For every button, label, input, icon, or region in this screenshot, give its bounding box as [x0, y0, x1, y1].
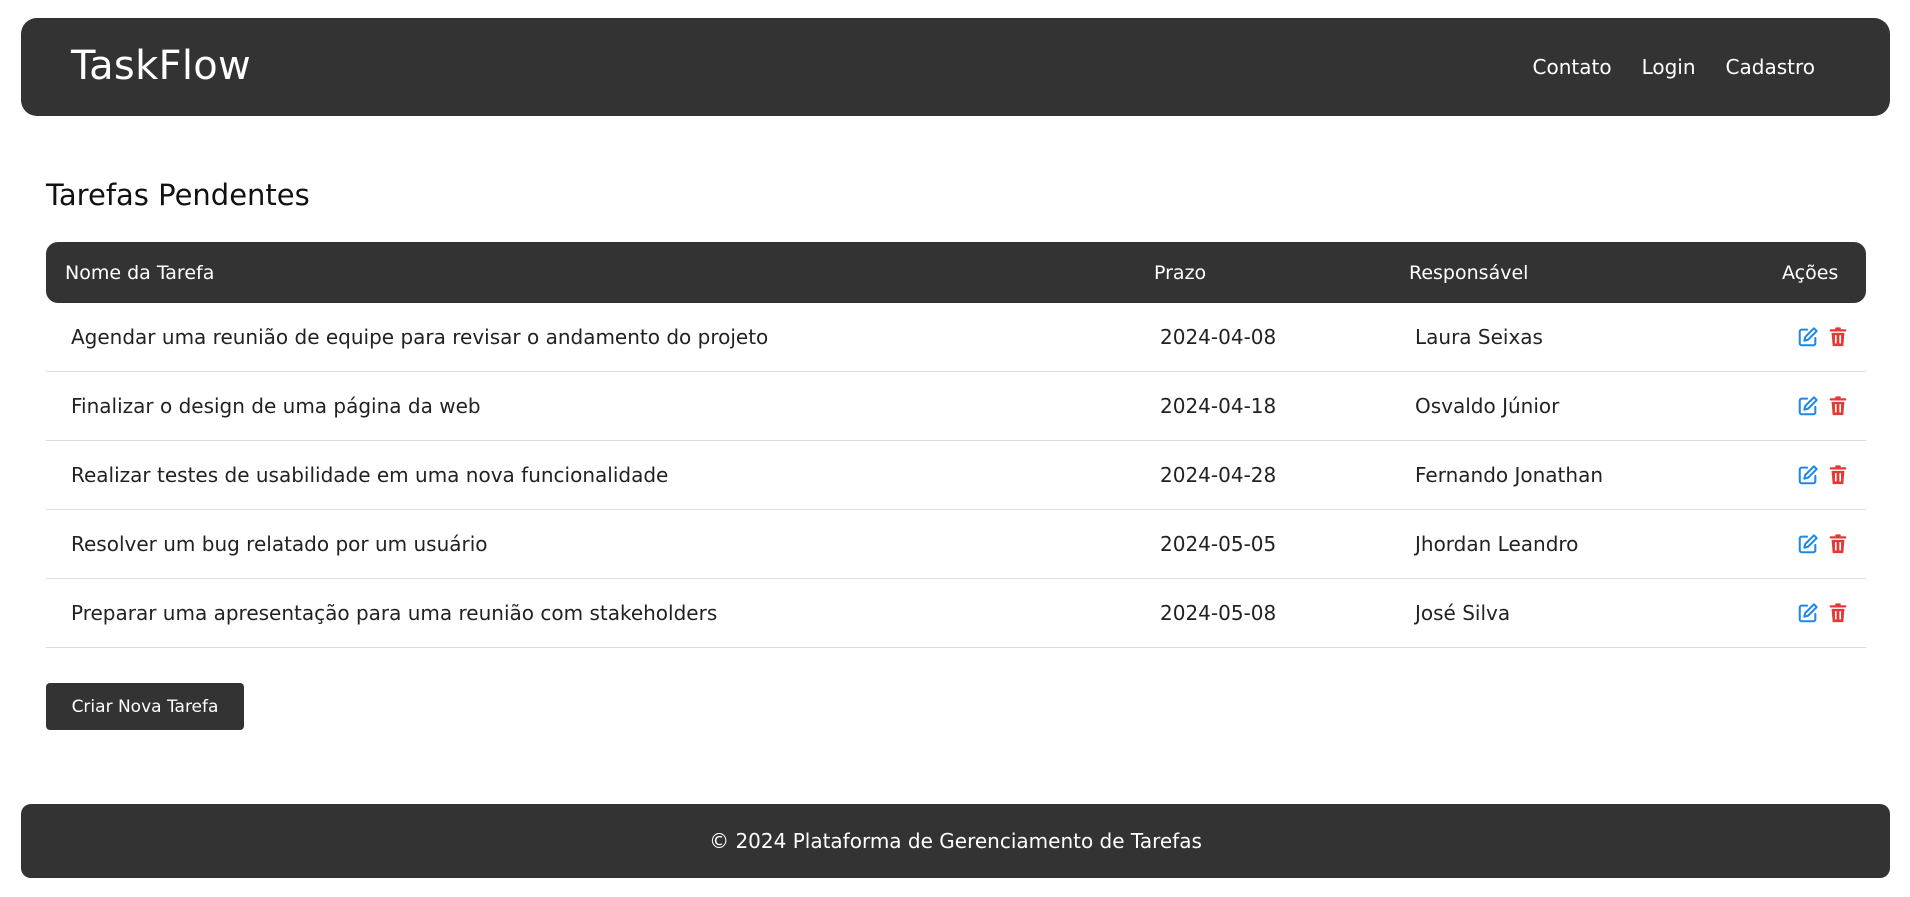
table-body: Agendar uma reunião de equipe para revis…	[46, 303, 1866, 648]
task-name-cell: Realizar testes de usabilidade em uma no…	[46, 440, 1135, 510]
task-actions-cell	[1763, 371, 1866, 441]
task-assignee-cell: Osvaldo Júnior	[1390, 371, 1763, 441]
column-header-task-name: Nome da Tarefa	[65, 261, 215, 284]
task-assignee-cell: José Silva	[1390, 578, 1763, 648]
row-actions	[1788, 326, 1866, 348]
task-name-cell: Resolver um bug relatado por um usuário	[46, 509, 1135, 579]
trash-icon[interactable]	[1827, 602, 1849, 624]
task-assignee-cell: Jhordan Leandro	[1390, 509, 1763, 579]
tasks-table: Nome da Tarefa Prazo Responsável Ações A…	[46, 242, 1866, 648]
row-actions	[1788, 533, 1866, 555]
task-actions-cell	[1763, 440, 1866, 510]
edit-icon[interactable]	[1797, 326, 1819, 348]
trash-icon[interactable]	[1827, 395, 1849, 417]
edit-icon[interactable]	[1797, 602, 1819, 624]
edit-icon[interactable]	[1797, 395, 1819, 417]
nav-link-login[interactable]: Login	[1642, 54, 1696, 80]
task-name-cell: Preparar uma apresentação para uma reuni…	[46, 578, 1135, 648]
table-row: Realizar testes de usabilidade em uma no…	[46, 440, 1866, 510]
row-actions	[1788, 464, 1866, 486]
nav-link-cadastro[interactable]: Cadastro	[1726, 54, 1815, 80]
page-title: Tarefas Pendentes	[46, 178, 310, 212]
task-deadline-cell: 2024-04-28	[1135, 440, 1390, 510]
edit-icon[interactable]	[1797, 533, 1819, 555]
column-header-deadline: Prazo	[1154, 261, 1207, 284]
footer-copyright: © 2024 Plataforma de Gerenciamento de Ta…	[709, 829, 1202, 853]
trash-icon[interactable]	[1827, 326, 1849, 348]
task-assignee-cell: Fernando Jonathan	[1390, 440, 1763, 510]
column-header-assignee: Responsável	[1409, 261, 1529, 284]
edit-icon[interactable]	[1797, 464, 1819, 486]
task-deadline-cell: 2024-05-08	[1135, 578, 1390, 648]
trash-icon[interactable]	[1827, 533, 1849, 555]
table-row: Resolver um bug relatado por um usuário …	[46, 509, 1866, 579]
task-name-cell: Finalizar o design de uma página da web	[46, 371, 1135, 441]
table-header: Nome da Tarefa Prazo Responsável Ações	[46, 242, 1866, 303]
table-row: Finalizar o design de uma página da web …	[46, 371, 1866, 441]
main-nav: Contato Login Cadastro	[1533, 54, 1815, 80]
brand-logo-text[interactable]: TaskFlow	[71, 44, 251, 88]
row-actions	[1788, 395, 1866, 417]
task-assignee-cell: Laura Seixas	[1390, 303, 1763, 372]
task-deadline-cell: 2024-05-05	[1135, 509, 1390, 579]
top-navbar: TaskFlow Contato Login Cadastro	[21, 18, 1890, 116]
task-actions-cell	[1763, 578, 1866, 648]
tasks-table-container: Nome da Tarefa Prazo Responsável Ações A…	[46, 242, 1866, 648]
task-deadline-cell: 2024-04-18	[1135, 371, 1390, 441]
task-actions-cell	[1763, 509, 1866, 579]
row-actions	[1788, 602, 1866, 624]
table-row: Preparar uma apresentação para uma reuni…	[46, 578, 1866, 648]
trash-icon[interactable]	[1827, 464, 1849, 486]
page-footer: © 2024 Plataforma de Gerenciamento de Ta…	[21, 804, 1890, 878]
table-header-row: Nome da Tarefa Prazo Responsável Ações	[46, 242, 1866, 303]
task-actions-cell	[1763, 303, 1866, 372]
column-header-actions: Ações	[1782, 261, 1839, 284]
nav-link-contato[interactable]: Contato	[1533, 54, 1612, 80]
task-deadline-cell: 2024-04-08	[1135, 303, 1390, 372]
task-name-cell: Agendar uma reunião de equipe para revis…	[46, 303, 1135, 372]
create-task-button[interactable]: Criar Nova Tarefa	[46, 683, 244, 730]
table-row: Agendar uma reunião de equipe para revis…	[46, 303, 1866, 372]
